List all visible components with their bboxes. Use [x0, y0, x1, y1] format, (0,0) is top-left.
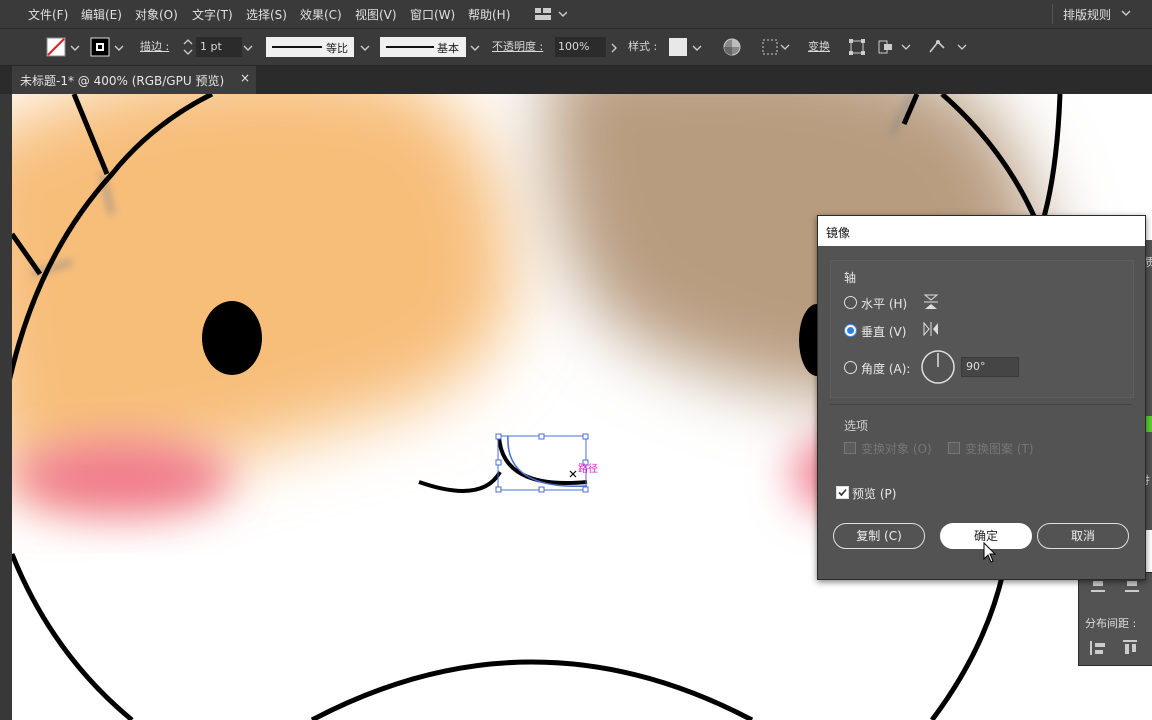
opacity-input[interactable]: 100% — [555, 37, 606, 57]
angle-dial-icon[interactable] — [920, 349, 956, 388]
distribute-vertical-icon[interactable] — [1089, 639, 1107, 660]
menu-effect[interactable]: 效果(C) — [300, 6, 342, 23]
recolor-artwork-icon[interactable] — [723, 38, 741, 59]
face-patch-orange — [12, 94, 512, 479]
close-icon[interactable]: × — [240, 71, 250, 85]
workspace-switcher[interactable]: 排版规则 — [1063, 6, 1111, 23]
transform-objects-label: 变换对象 (O) — [861, 442, 932, 456]
chevron-down-icon[interactable] — [70, 42, 80, 56]
chevron-right-icon[interactable] — [609, 42, 619, 56]
preview-label[interactable]: 预览 (P) — [852, 485, 896, 502]
style-label: 样式 : — [628, 40, 658, 53]
options-divider — [830, 404, 1132, 405]
reflect-horizontal-icon — [923, 293, 939, 314]
horizontal-label[interactable]: 水平 (H) — [861, 295, 907, 312]
transform-patterns-label: 变换图案 (T) — [965, 442, 1034, 456]
dialog-title: 镜像 — [826, 226, 851, 240]
mouth-left-stroke — [418, 470, 502, 493]
left-eye — [202, 301, 262, 375]
reflect-dialog: 镜像 轴 水平 (H) 垂直 (V) 角度 (A): 90° 选项 变换对象 (… — [817, 215, 1146, 580]
document-tab-bar: 未标题-1* @ 400% (RGB/GPU 预览) × — [0, 66, 1152, 94]
tools-panel-edge — [0, 94, 12, 720]
angle-input[interactable]: 90° — [961, 357, 1019, 377]
align-panel: 分布间距 : — [1078, 572, 1152, 666]
opacity-label[interactable]: 不透明度 : — [492, 37, 543, 57]
vertical-radio[interactable] — [844, 324, 857, 337]
align-grid-icon[interactable] — [762, 39, 790, 58]
graphic-style-swatch[interactable] — [669, 38, 687, 56]
mouse-cursor-icon — [983, 541, 997, 567]
arrange-icon[interactable] — [878, 38, 912, 59]
reflect-vertical-icon — [922, 321, 940, 340]
puppet-warp-icon[interactable] — [928, 38, 968, 59]
stroke-weight-input[interactable]: 1 pt — [196, 37, 242, 57]
chevron-down-icon[interactable] — [692, 42, 702, 56]
cancel-button[interactable]: 取消 — [1037, 523, 1129, 549]
transform-patterns-checkbox — [948, 442, 960, 454]
stroke-label[interactable]: 描边 : — [140, 37, 169, 57]
menu-type[interactable]: 文字(T) — [192, 6, 233, 23]
chevron-down-icon[interactable] — [114, 42, 124, 56]
transform-bbox-icon[interactable] — [848, 38, 866, 59]
chevron-down-icon[interactable] — [360, 42, 370, 56]
workspace-divider — [1052, 4, 1053, 24]
fill-swatch-none-icon[interactable] — [46, 37, 66, 60]
distribute-spacing-label: 分布间距 : — [1085, 617, 1137, 630]
menu-help[interactable]: 帮助(H) — [468, 6, 510, 23]
menu-file[interactable]: 文件(F) — [28, 6, 68, 23]
brush-definition[interactable]: 基本 — [380, 37, 466, 57]
vertical-label[interactable]: 垂直 (V) — [861, 323, 906, 340]
menu-edit[interactable]: 编辑(E) — [81, 6, 122, 23]
horizontal-radio[interactable] — [844, 296, 857, 309]
align-right-edge-icon[interactable] — [1123, 579, 1141, 600]
angle-label[interactable]: 角度 (A): — [861, 360, 910, 377]
menu-bar: 文件(F) 编辑(E) 对象(O) 文字(T) 选择(S) 效果(C) 视图(V… — [0, 0, 1152, 29]
brush-label: 基本 — [437, 42, 459, 55]
stroke-stepper-icon[interactable] — [183, 38, 193, 59]
menu-select[interactable]: 选择(S) — [246, 6, 287, 23]
axis-section-label: 轴 — [844, 271, 857, 285]
profile-label: 等比 — [326, 42, 348, 55]
chevron-down-icon[interactable] — [243, 42, 253, 56]
preview-checkbox[interactable] — [836, 486, 849, 499]
menu-view[interactable]: 视图(V) — [355, 6, 397, 23]
document-tab[interactable]: 未标题-1* @ 400% (RGB/GPU 预览) × — [12, 66, 256, 94]
menu-object[interactable]: 对象(O) — [135, 6, 178, 23]
control-bar: 描边 : 1 pt 等比 基本 不透明度 : 100% 样式 : 变换 — [0, 29, 1152, 66]
copy-button[interactable]: 复制 (C) — [833, 523, 925, 549]
options-section-label: 选项 — [844, 419, 869, 433]
stroke-swatch-icon[interactable] — [90, 37, 110, 60]
variable-width-profile[interactable]: 等比 — [266, 37, 354, 57]
chevron-down-icon[interactable] — [470, 42, 480, 56]
transform-link[interactable]: 变换 — [808, 37, 830, 57]
chevron-down-icon[interactable] — [1121, 7, 1131, 21]
align-bottom-icon[interactable] — [1089, 579, 1107, 600]
document-tab-title: 未标题-1* @ 400% (RGB/GPU 预览) — [20, 74, 225, 88]
dialog-titlebar[interactable]: 镜像 — [818, 216, 1145, 246]
distribute-horizontal-icon[interactable] — [1121, 639, 1139, 660]
blush-left — [12, 440, 232, 516]
smart-guide-path-label: 路径 — [578, 462, 598, 475]
angle-radio[interactable] — [844, 361, 857, 374]
transform-objects-checkbox — [844, 442, 856, 454]
menu-window[interactable]: 窗口(W) — [410, 6, 455, 23]
mouth-preview-path — [507, 435, 588, 488]
layout-switcher-icon[interactable] — [535, 6, 568, 25]
